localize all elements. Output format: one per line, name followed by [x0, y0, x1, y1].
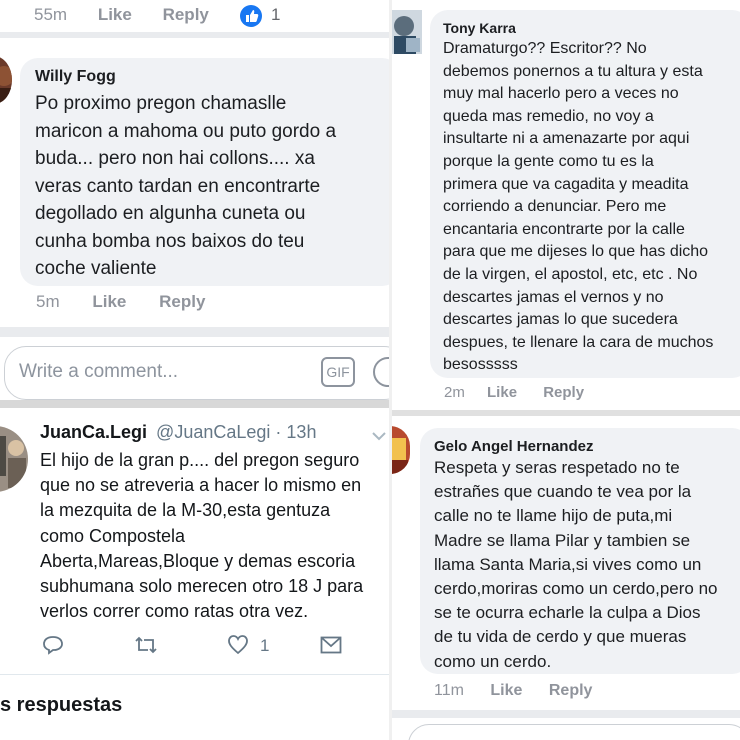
comment-bubble: Willy Fogg Po proximo pregon chamaslle m… [20, 58, 389, 286]
reply-link[interactable]: Reply [543, 384, 584, 401]
gif-button[interactable]: GIF [321, 357, 355, 387]
comment-meta: 5m Like Reply [36, 292, 231, 312]
avatar[interactable] [0, 56, 12, 104]
tweet-time: · 13h [275, 422, 317, 442]
heart-icon[interactable] [227, 634, 249, 661]
commenter-name[interactable]: Gelo Angel Hernandez [434, 438, 593, 455]
comment-text: Po proximo pregon chamaslle maricon a ma… [35, 93, 337, 279]
comment-text: Respeta y seras respetado no te estrañes… [434, 458, 718, 671]
reply-link[interactable]: Reply [163, 5, 209, 24]
avatar[interactable] [0, 426, 28, 492]
tony-panel: Tony Karra Dramaturgo?? Escritor?? No de… [392, 0, 740, 410]
comment-placeholder: Write a comment... [19, 361, 179, 382]
comment-meta: 2m Like Reply [444, 384, 610, 401]
reply-icon[interactable] [42, 634, 64, 661]
commenter-name[interactable]: Tony Karra [443, 20, 516, 36]
separator-bar [392, 710, 740, 718]
like-count: 1 [260, 636, 270, 655]
comment-meta: 11m Like Reply [434, 682, 618, 700]
comment-input[interactable]: Write a comment... GIF [4, 346, 389, 400]
reply-link[interactable]: Reply [549, 682, 593, 699]
reply-link[interactable]: Reply [159, 292, 205, 311]
like-reaction-icon [240, 5, 262, 27]
comment-time: 11m [434, 682, 464, 699]
panel-gap [0, 400, 389, 408]
tweet-author: JuanCa.Legi @JuanCaLegi · 13h [40, 422, 316, 443]
chevron-down-icon[interactable] [372, 428, 386, 446]
separator-bar [0, 327, 389, 337]
separator-bar [0, 32, 389, 38]
comment-bubble: Tony Karra Dramaturgo?? Escritor?? No de… [430, 10, 740, 378]
comment-time: 2m [444, 384, 465, 401]
comment-time: 55m [34, 5, 68, 24]
message-icon[interactable] [320, 636, 342, 659]
top-left-panel: 55m Like Reply 1 Willy Fogg Po proximo p… [0, 0, 389, 400]
prev-comment-meta: 55m Like Reply [34, 5, 223, 25]
like-link[interactable]: Like [487, 384, 517, 401]
avatar[interactable] [392, 426, 410, 474]
commenter-name[interactable]: Willy Fogg [35, 68, 116, 86]
tweet-display-name[interactable]: JuanCa.Legi [40, 422, 147, 442]
reaction-count: 1 [271, 5, 281, 24]
replies-heading: s respuestas [0, 694, 123, 716]
comment-time: 5m [36, 292, 60, 311]
separator-line [0, 674, 389, 675]
gelo-panel: Gelo Angel Hernandez Respeta y seras res… [392, 416, 740, 740]
comment-text: Dramaturgo?? Escritor?? No debemos poner… [443, 40, 714, 374]
tweet-handle[interactable]: @JuanCaLegi [156, 422, 270, 442]
tweet-panel: JuanCa.Legi @JuanCaLegi · 13h El hijo de… [0, 408, 389, 740]
like-link[interactable]: Like [490, 682, 522, 699]
tweet-text: El hijo de la gran p.... del pregon segu… [40, 450, 364, 622]
like-link[interactable]: Like [98, 5, 132, 24]
emoji-icon[interactable] [373, 357, 389, 387]
avatar[interactable] [392, 10, 422, 54]
comment-bubble: Gelo Angel Hernandez Respeta y seras res… [420, 428, 740, 674]
retweet-icon[interactable] [134, 634, 158, 661]
comment-input[interactable] [408, 724, 740, 740]
like-link[interactable]: Like [92, 292, 126, 311]
